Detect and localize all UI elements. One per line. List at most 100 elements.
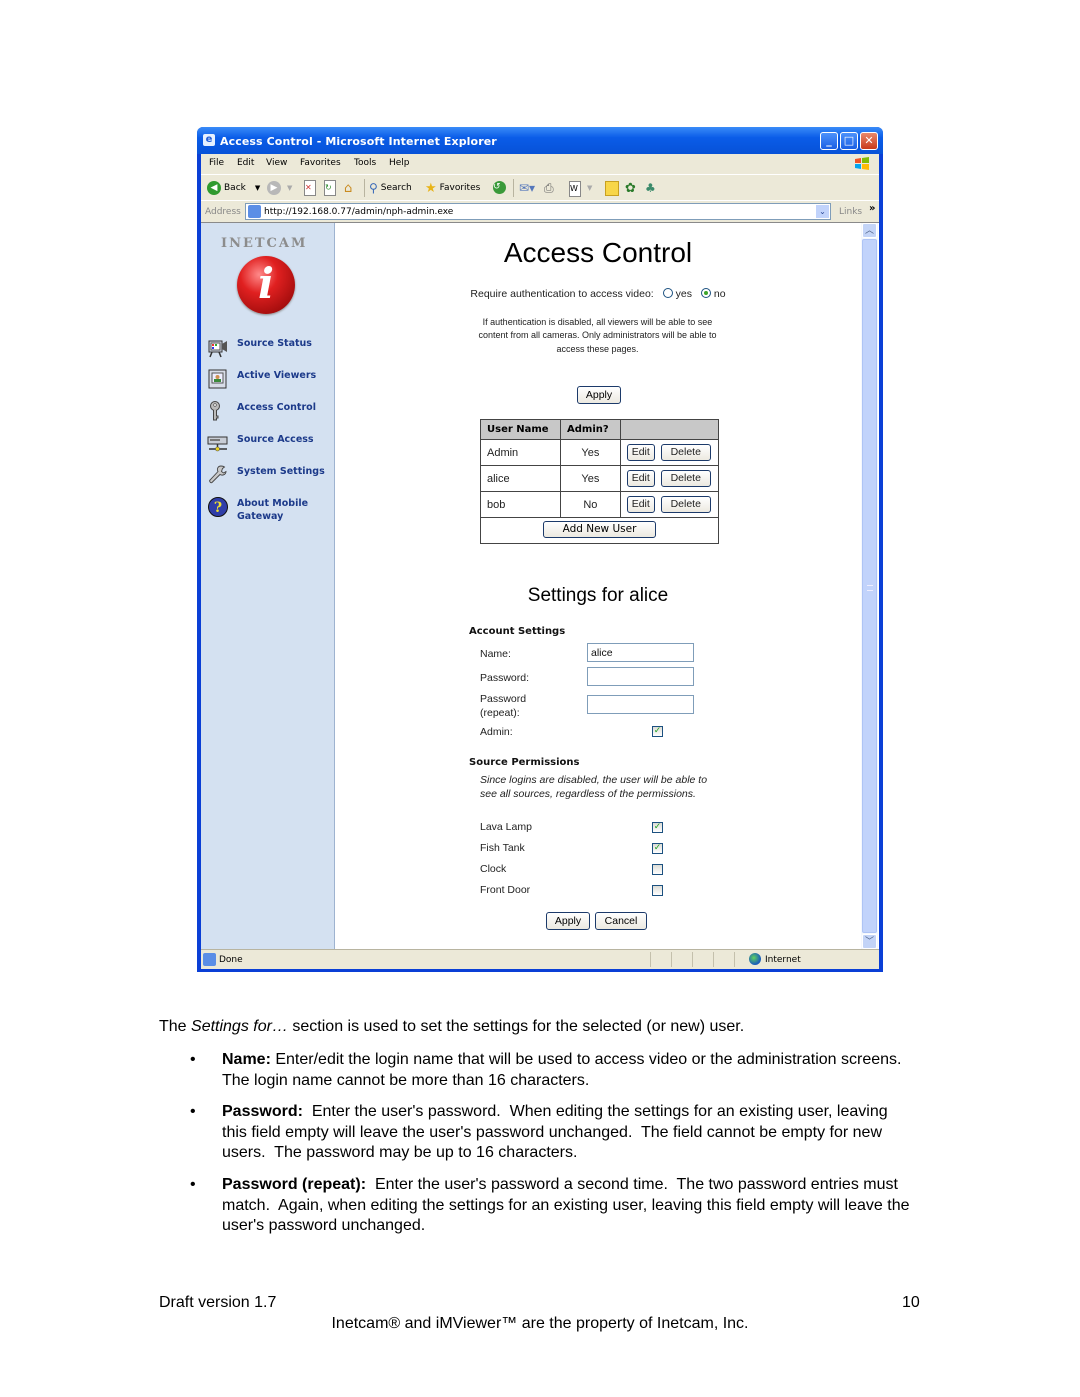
edit-user-button[interactable]: Edit xyxy=(626,470,655,487)
user-admin-cell: Yes xyxy=(560,465,621,492)
scroll-up-icon[interactable]: ︿ xyxy=(862,223,877,238)
status-bar: Done Internet xyxy=(201,949,879,969)
scroll-down-icon[interactable]: ﹀ xyxy=(862,934,877,949)
auth-apply-button[interactable]: Apply xyxy=(577,386,621,404)
stop-icon[interactable]: ✕ xyxy=(304,180,316,196)
back-button[interactable]: ◀ Back ▼ xyxy=(207,180,260,196)
bullet-description: Enter the user's password. When editing … xyxy=(222,1103,893,1161)
links-more-icon[interactable]: » xyxy=(869,203,875,214)
bullet-icon: • xyxy=(190,1103,196,1120)
status-divider xyxy=(671,952,672,967)
edit-user-button[interactable]: Edit xyxy=(626,444,655,461)
address-input[interactable]: http://192.168.0.77/admin/nph-admin.exe … xyxy=(245,203,831,220)
menu-favorites[interactable]: Favorites xyxy=(300,158,341,168)
address-label: Address xyxy=(205,207,241,217)
edit-user-button[interactable]: Edit xyxy=(626,496,655,513)
print-icon[interactable]: ⎙ xyxy=(544,180,554,196)
close-button[interactable]: ✕ xyxy=(860,132,878,150)
settings-apply-button[interactable]: Apply xyxy=(546,912,590,930)
help-icon: ? xyxy=(208,497,228,517)
delete-user-button[interactable]: Delete xyxy=(660,444,711,461)
home-icon[interactable]: ⌂ xyxy=(344,180,352,196)
search-button[interactable]: ⚲ Search xyxy=(369,180,412,196)
source-checkbox-lava-lamp[interactable]: ✓ xyxy=(652,822,663,833)
delete-user-button[interactable]: Delete xyxy=(660,470,711,487)
auth-yes-radio[interactable] xyxy=(662,288,673,298)
viewer-icon xyxy=(208,369,227,389)
key-icon xyxy=(210,401,220,421)
notes-icon[interactable] xyxy=(605,181,619,196)
address-bar: Address http://192.168.0.77/admin/nph-ad… xyxy=(201,200,879,222)
back-dropdown-icon[interactable]: ▼ xyxy=(255,184,260,192)
status-divider xyxy=(734,952,735,967)
msn-icon[interactable]: ♣ xyxy=(645,180,656,196)
favorites-label: Favorites xyxy=(439,183,481,193)
menu-file[interactable]: File xyxy=(209,158,224,168)
security-zone: Internet xyxy=(765,955,801,965)
links-label[interactable]: Links xyxy=(839,207,862,217)
menu-help[interactable]: Help xyxy=(389,158,410,168)
back-label: Back xyxy=(224,183,246,193)
auth-no-label: no xyxy=(713,288,726,300)
bullet-term: Password: xyxy=(222,1103,303,1120)
table-row: alice Yes Edit Delete xyxy=(481,465,718,492)
network-icon xyxy=(207,436,228,452)
maximize-button[interactable]: □ xyxy=(840,132,858,150)
title-bar: e Access Control - Microsoft Internet Ex… xyxy=(197,127,883,154)
user-name-cell: bob xyxy=(481,491,561,518)
user-admin-cell: No xyxy=(560,491,621,518)
history-icon[interactable]: ↺ xyxy=(493,181,506,194)
sidebar-item-label: About Mobile Gateway xyxy=(237,498,309,522)
favorites-button[interactable]: ★ Favorites xyxy=(425,180,480,196)
mail-icon[interactable]: ✉▾ xyxy=(519,180,535,196)
intro-text: section is used to set the settings for … xyxy=(287,1018,745,1035)
menu-bar: File Edit View Favorites Tools Help xyxy=(201,154,879,174)
bullet-term: Password (repeat): xyxy=(222,1176,367,1193)
password-repeat-input[interactable] xyxy=(587,695,694,714)
star-icon: ★ xyxy=(425,180,437,196)
delete-user-button[interactable]: Delete xyxy=(660,496,711,513)
user-name-cell: Admin xyxy=(481,439,561,466)
permissions-note: Since logins are disabled, the user will… xyxy=(480,774,708,800)
minimize-button[interactable]: _ xyxy=(820,132,838,150)
logo-glyph: i xyxy=(258,259,274,308)
user-actions-cell: Edit Delete xyxy=(620,491,718,518)
camera-icon xyxy=(208,340,227,358)
users-table: User Name Admin? Admin Yes Edit Delete a… xyxy=(480,419,719,544)
table-row: Admin Yes Edit Delete xyxy=(481,439,718,466)
bullet-term: Name: xyxy=(222,1051,271,1068)
scrollbar-thumb[interactable] xyxy=(862,239,877,933)
address-dropdown-icon[interactable]: ⌄ xyxy=(816,205,829,218)
source-checkbox-clock[interactable] xyxy=(652,864,663,875)
source-label-clock: Clock xyxy=(480,863,507,875)
source-permissions-heading: Source Permissions xyxy=(469,757,580,768)
intro-text: The xyxy=(159,1018,192,1035)
admin-label: Admin: xyxy=(480,726,513,738)
forward-button[interactable]: ▶ ▼ xyxy=(267,180,292,196)
menu-tools[interactable]: Tools xyxy=(354,158,376,168)
settings-cancel-button[interactable]: Cancel xyxy=(595,912,647,930)
edit-word-icon[interactable]: W xyxy=(569,181,581,197)
menu-view[interactable]: View xyxy=(266,158,287,168)
source-checkbox-front-door[interactable] xyxy=(652,885,663,896)
settings-title: Settings for alice xyxy=(527,585,669,606)
auth-yes-label: yes xyxy=(675,288,692,300)
sidebar-item-label: System Settings xyxy=(237,466,325,477)
messenger-icon[interactable]: ✿ xyxy=(625,180,636,196)
vertical-scrollbar[interactable]: ︿ ﹀ xyxy=(861,223,878,949)
menu-edit[interactable]: Edit xyxy=(237,158,254,168)
search-label: Search xyxy=(380,183,412,193)
refresh-icon[interactable]: ↻ xyxy=(324,180,336,196)
name-input[interactable] xyxy=(587,643,694,662)
sidebar-item-label: Active Viewers xyxy=(237,370,317,381)
admin-checkbox[interactable]: ✓ xyxy=(652,726,663,737)
grip-icon xyxy=(867,585,873,591)
sidebar-item-label: Source Status xyxy=(237,338,312,349)
toolbar-separator xyxy=(364,179,365,197)
add-new-user-button[interactable]: Add New User xyxy=(543,521,656,538)
auth-question: Require authentication to access video: xyxy=(470,288,654,300)
sidebar-item-label: Access Control xyxy=(237,402,316,413)
auth-no-radio[interactable] xyxy=(700,288,711,298)
password-input[interactable] xyxy=(587,667,694,686)
source-checkbox-fish-tank[interactable]: ✓ xyxy=(652,843,663,854)
